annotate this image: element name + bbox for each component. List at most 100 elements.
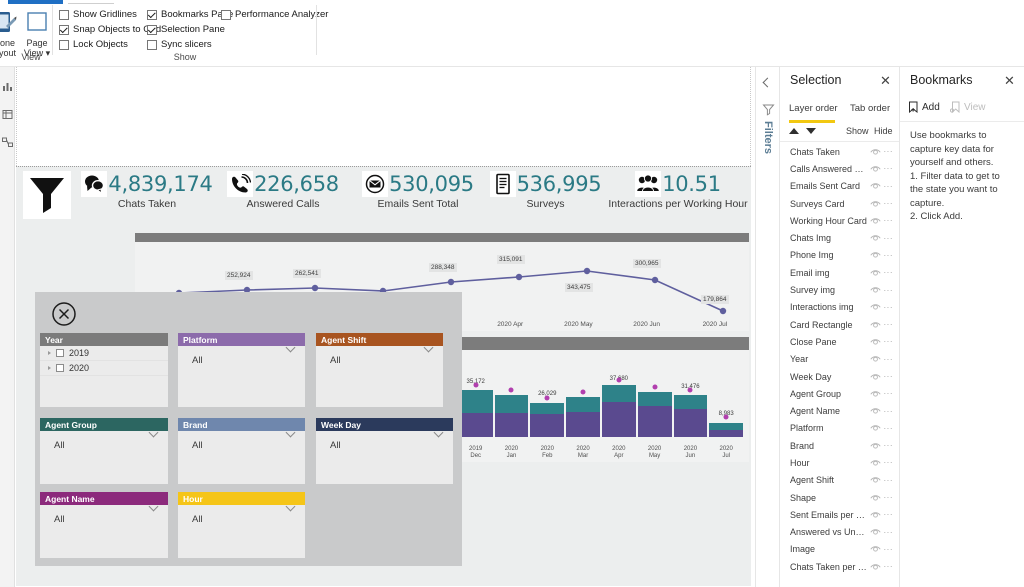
expand-triangle-icon[interactable] — [48, 351, 51, 355]
layer-more-icon[interactable]: ··· — [884, 458, 894, 467]
move-down-icon[interactable] — [806, 128, 816, 134]
layer-more-icon[interactable]: ··· — [884, 303, 894, 312]
layer-row-0[interactable]: Chats Taken··· — [780, 143, 899, 160]
bookmarks-pane-close-icon[interactable]: ✕ — [1004, 73, 1015, 89]
visibility-eye-icon[interactable] — [870, 454, 881, 472]
layer-more-icon[interactable]: ··· — [884, 562, 894, 571]
layer-row-4[interactable]: Working Hour Card··· — [780, 212, 899, 229]
hide-all-button[interactable]: Hide — [874, 126, 893, 136]
visibility-eye-icon[interactable] — [870, 177, 881, 195]
slicer-agent-name-value[interactable]: All — [40, 505, 168, 525]
layer-more-icon[interactable]: ··· — [884, 286, 894, 295]
slicer-agent-shift[interactable]: Agent Shift All — [316, 333, 443, 407]
visibility-eye-icon[interactable] — [870, 333, 881, 351]
snap-objects-to-grid-checkbox-icon[interactable] — [59, 25, 69, 35]
bar-col-17[interactable]: 8,983 — [709, 375, 743, 437]
slicer-brand-value[interactable]: All — [178, 431, 305, 451]
visibility-eye-icon[interactable] — [870, 246, 881, 264]
visibility-eye-icon[interactable] — [870, 506, 881, 524]
visibility-eye-icon[interactable] — [870, 402, 881, 420]
visibility-eye-icon[interactable] — [870, 558, 881, 576]
visibility-eye-icon[interactable] — [870, 368, 881, 386]
kpi-card-answered-calls[interactable]: 226,658 Answered Calls — [218, 171, 348, 221]
expand-triangle-icon[interactable] — [48, 366, 51, 370]
layer-more-icon[interactable]: ··· — [884, 493, 894, 502]
bar-col-13[interactable] — [566, 375, 600, 437]
view-bookmark-button[interactable]: View — [950, 101, 986, 113]
add-bookmark-button[interactable]: Add — [908, 101, 940, 113]
bar-col-10[interactable]: 35,172 — [459, 375, 493, 437]
kpi-card-chats-taken[interactable]: 4,839,174 Chats Taken — [77, 171, 217, 221]
bar-col-16[interactable]: 31,476 — [674, 375, 708, 437]
layer-more-icon[interactable]: ··· — [884, 216, 894, 225]
layer-row-21[interactable]: Sent Emails per Year/...··· — [780, 506, 899, 523]
layer-row-16[interactable]: Platform··· — [780, 420, 899, 437]
slicer-week-day[interactable]: Week Day All — [316, 418, 453, 484]
visibility-eye-icon[interactable] — [870, 281, 881, 299]
layer-row-24[interactable]: Chats Taken per Year/...··· — [780, 558, 899, 575]
visibility-eye-icon[interactable] — [870, 143, 881, 161]
layer-more-icon[interactable]: ··· — [884, 164, 894, 173]
checkbox-snap-objects-to-grid[interactable]: Snap Objects to Grid — [59, 24, 161, 35]
filters-pane-collapsed[interactable]: Filters — [755, 67, 780, 587]
slicer-year-item-2020[interactable]: 2020 — [40, 361, 168, 376]
layer-row-12[interactable]: Year··· — [780, 351, 899, 368]
visibility-eye-icon[interactable] — [870, 316, 881, 334]
slicer-agent-shift-value[interactable]: All — [316, 346, 443, 366]
year-2020-checkbox-icon[interactable] — [56, 364, 64, 372]
visibility-eye-icon[interactable] — [870, 229, 881, 247]
visibility-eye-icon[interactable] — [870, 419, 881, 437]
layer-row-8[interactable]: Survey img··· — [780, 281, 899, 298]
layer-more-icon[interactable]: ··· — [884, 147, 894, 156]
checkbox-selection-pane[interactable]: Selection Pane — [147, 24, 225, 35]
slicer-year-item-2019[interactable]: 2019 — [40, 346, 168, 361]
bookmarks-pane-checkbox-icon[interactable] — [147, 10, 157, 20]
slicer-agent-group[interactable]: Agent Group All — [40, 418, 168, 484]
layer-more-icon[interactable]: ··· — [884, 510, 894, 519]
layer-row-7[interactable]: Email img··· — [780, 264, 899, 281]
report-chart-icon[interactable] — [2, 79, 13, 90]
layer-more-icon[interactable]: ··· — [884, 528, 894, 537]
slicer-brand[interactable]: Brand All — [178, 418, 305, 484]
layer-more-icon[interactable]: ··· — [884, 268, 894, 277]
layer-more-icon[interactable]: ··· — [884, 251, 894, 260]
kpi-card-interactions-per-hour[interactable]: 10.51 Interactions per Working Hour — [603, 171, 753, 221]
layer-row-13[interactable]: Week Day··· — [780, 368, 899, 385]
layer-row-14[interactable]: Agent Group··· — [780, 385, 899, 402]
page-view-button[interactable]: Page View ▾ — [14, 6, 60, 58]
layer-row-9[interactable]: Interactions img··· — [780, 299, 899, 316]
selection-pane-checkbox-icon[interactable] — [147, 25, 157, 35]
layer-row-2[interactable]: Emails Sent Card··· — [780, 178, 899, 195]
visibility-eye-icon[interactable] — [870, 523, 881, 541]
layer-row-3[interactable]: Surveys Card··· — [780, 195, 899, 212]
visibility-eye-icon[interactable] — [870, 385, 881, 403]
filter-slicer-overlay[interactable]: Year 2019 2020 Platform All — [35, 292, 462, 566]
visibility-eye-icon[interactable] — [870, 437, 881, 455]
layer-more-icon[interactable]: ··· — [884, 476, 894, 485]
funnel-filter-icon[interactable] — [23, 171, 71, 219]
tab-tab-order[interactable]: Tab order — [850, 103, 890, 114]
visibility-eye-icon[interactable] — [870, 160, 881, 178]
slicer-platform[interactable]: Platform All — [178, 333, 305, 407]
slicer-hour[interactable]: Hour All — [178, 492, 305, 558]
visibility-eye-icon[interactable] — [870, 212, 881, 230]
layer-more-icon[interactable]: ··· — [884, 182, 894, 191]
layer-more-icon[interactable]: ··· — [884, 424, 894, 433]
bar-col-11[interactable] — [495, 375, 529, 437]
visibility-eye-icon[interactable] — [870, 471, 881, 489]
layer-more-icon[interactable]: ··· — [884, 372, 894, 381]
visibility-eye-icon[interactable] — [870, 195, 881, 213]
layer-row-1[interactable]: Calls Answered Card··· — [780, 160, 899, 177]
tab-layer-order[interactable]: Layer order — [789, 103, 838, 114]
table-grid-icon[interactable] — [2, 107, 13, 118]
visibility-eye-icon[interactable] — [870, 489, 881, 507]
visibility-eye-icon[interactable] — [870, 350, 881, 368]
visibility-eye-icon[interactable] — [870, 540, 881, 558]
show-all-button[interactable]: Show — [846, 126, 869, 136]
layer-row-18[interactable]: Hour··· — [780, 454, 899, 471]
slicer-hour-value[interactable]: All — [178, 505, 305, 525]
layer-more-icon[interactable]: ··· — [884, 545, 894, 554]
layer-more-icon[interactable]: ··· — [884, 355, 894, 364]
checkbox-performance-analyzer[interactable]: Performance Analyzer — [221, 9, 328, 20]
layer-more-icon[interactable]: ··· — [884, 441, 894, 450]
